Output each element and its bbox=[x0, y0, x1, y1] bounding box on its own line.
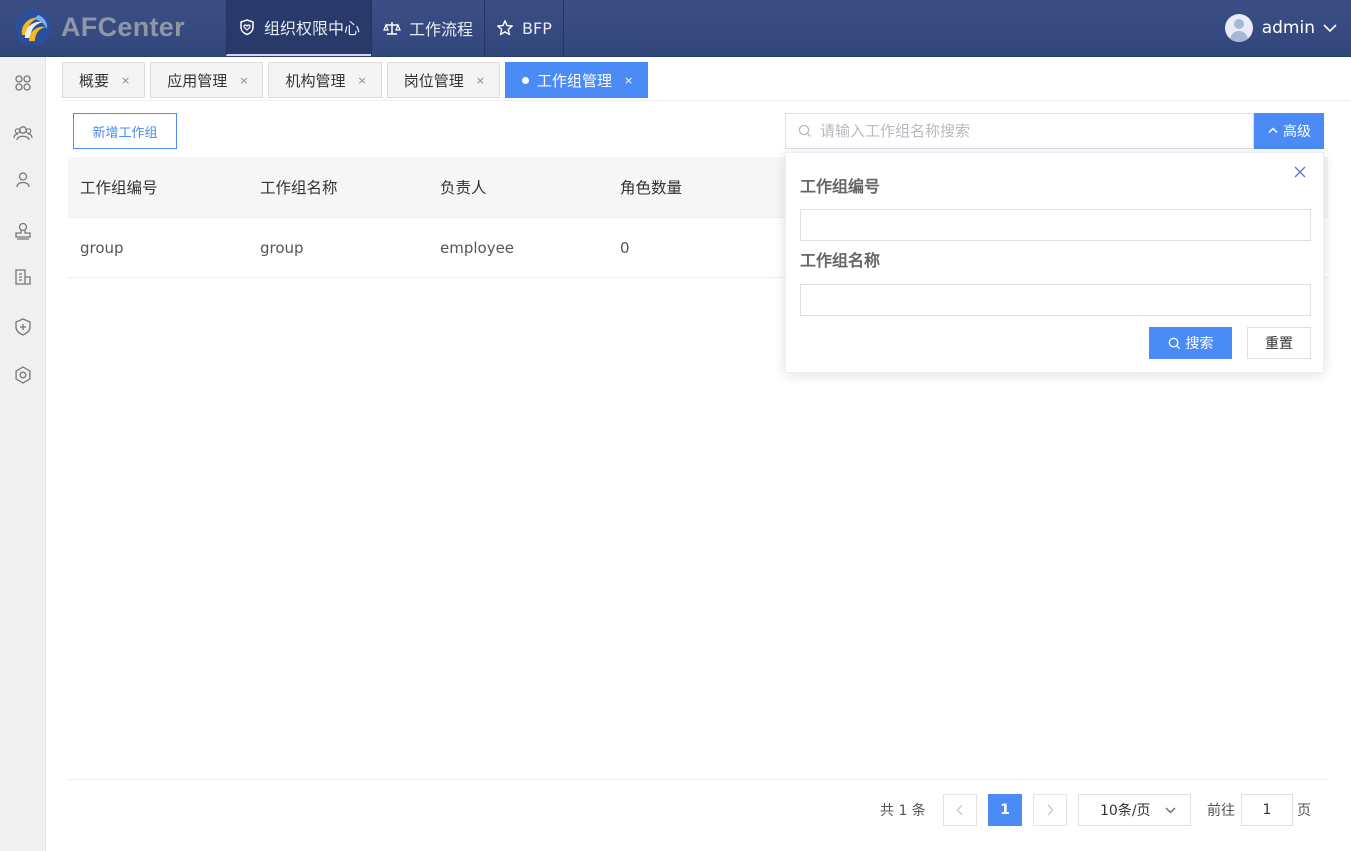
search-input[interactable] bbox=[820, 122, 1253, 140]
search-icon bbox=[798, 124, 811, 137]
chevron-left-icon bbox=[956, 804, 963, 816]
stamp-icon[interactable] bbox=[13, 221, 33, 241]
top-bar: AFCenter 组织权限中心 工作流程 BFP admin bbox=[0, 0, 1351, 57]
tab-app-management[interactable]: 应用管理 × bbox=[150, 62, 264, 98]
grid-icon[interactable] bbox=[13, 73, 33, 93]
tab-label: 工作组管理 bbox=[536, 71, 612, 90]
document-icon[interactable] bbox=[13, 267, 33, 287]
nav-label: 工作流程 bbox=[409, 20, 474, 39]
nav-workflow[interactable]: 工作流程 bbox=[371, 0, 484, 56]
top-nav: 组织权限中心 工作流程 BFP bbox=[226, 0, 564, 56]
goto-page-input[interactable]: 1 bbox=[1241, 794, 1293, 826]
close-icon[interactable]: × bbox=[357, 74, 366, 87]
column-header: 负责人 bbox=[440, 179, 487, 197]
nav-org-permission[interactable]: 组织权限中心 bbox=[226, 0, 372, 56]
afcenter-logo bbox=[15, 10, 51, 46]
close-icon[interactable]: × bbox=[476, 74, 485, 87]
column-header: 角色数量 bbox=[620, 179, 683, 197]
role-count-link[interactable]: 0 bbox=[608, 239, 788, 257]
avatar bbox=[1224, 14, 1253, 42]
tab-label: 机构管理 bbox=[285, 71, 346, 90]
advanced-search-panel: 工作组编号 工作组名称 搜索 重置 bbox=[785, 152, 1324, 373]
column-header: 工作组编号 bbox=[80, 179, 158, 197]
chevron-down-icon bbox=[1323, 24, 1337, 33]
chevron-right-icon bbox=[1047, 804, 1054, 816]
page-suffix: 页 bbox=[1297, 803, 1311, 819]
heart-shield-icon bbox=[240, 19, 254, 36]
star-icon bbox=[497, 20, 513, 36]
user-name: admin bbox=[1261, 18, 1315, 38]
group-icon[interactable] bbox=[13, 123, 33, 143]
search-button[interactable]: 搜索 bbox=[1149, 327, 1232, 359]
gear-icon[interactable] bbox=[13, 365, 33, 385]
nav-bfp[interactable]: BFP bbox=[484, 0, 564, 56]
chevron-up-icon bbox=[1268, 127, 1278, 134]
nav-label: BFP bbox=[522, 18, 552, 38]
page-number-current[interactable]: 1 bbox=[988, 794, 1022, 826]
nav-label: 组织权限中心 bbox=[264, 19, 361, 38]
chevron-down-icon bbox=[1165, 807, 1176, 814]
total-count: 共 1 条 bbox=[880, 803, 926, 819]
shield-plus-icon[interactable] bbox=[13, 317, 33, 337]
tab-org-management[interactable]: 机构管理 × bbox=[268, 62, 382, 98]
advanced-label: 高级 bbox=[1283, 124, 1311, 140]
page-size-value: 10条/页 bbox=[1100, 803, 1151, 819]
workgroup-owner: employee bbox=[440, 238, 515, 257]
code-input[interactable] bbox=[800, 209, 1311, 241]
close-icon[interactable] bbox=[1293, 165, 1307, 179]
close-icon[interactable]: × bbox=[624, 74, 633, 87]
tab-label: 应用管理 bbox=[167, 71, 228, 90]
tab-workgroup-management[interactable]: 工作组管理 × bbox=[504, 62, 649, 98]
add-workgroup-button[interactable]: 新增工作组 bbox=[73, 113, 177, 149]
goto-label: 前往 bbox=[1207, 803, 1235, 819]
active-dot-icon bbox=[521, 76, 529, 84]
tab-overview[interactable]: 概要 × bbox=[62, 62, 146, 98]
close-icon[interactable]: × bbox=[239, 74, 248, 87]
name-input[interactable] bbox=[800, 284, 1311, 316]
search-field[interactable] bbox=[785, 113, 1254, 149]
tab-label: 岗位管理 bbox=[403, 71, 464, 90]
name-label: 工作组名称 bbox=[800, 251, 881, 270]
code-label: 工作组编号 bbox=[800, 177, 881, 196]
user-menu[interactable]: admin bbox=[1224, 14, 1337, 42]
column-header: 工作组名称 bbox=[260, 179, 338, 197]
tab-bar: 概要 × 应用管理 × 机构管理 × 岗位管理 × 工作组管理 × bbox=[62, 62, 653, 98]
workgroup-code-link[interactable]: group bbox=[68, 239, 248, 257]
advanced-search-button[interactable]: 高级 bbox=[1254, 113, 1324, 149]
search-button-label: 搜索 bbox=[1185, 336, 1214, 352]
user-icon[interactable] bbox=[13, 170, 33, 190]
app-title: AFCenter bbox=[61, 12, 185, 42]
sidebar bbox=[0, 57, 46, 851]
divider bbox=[62, 100, 1351, 101]
search-icon bbox=[1168, 337, 1180, 349]
scale-icon bbox=[383, 22, 401, 35]
divider bbox=[68, 779, 1328, 780]
tab-label: 概要 bbox=[79, 71, 110, 90]
prev-page-button[interactable] bbox=[943, 794, 977, 826]
page-size-select[interactable]: 10条/页 bbox=[1078, 794, 1191, 826]
tab-position-management[interactable]: 岗位管理 × bbox=[386, 62, 500, 98]
next-page-button[interactable] bbox=[1033, 794, 1067, 826]
close-icon[interactable]: × bbox=[121, 74, 130, 87]
reset-button[interactable]: 重置 bbox=[1247, 327, 1311, 359]
workgroup-name: group bbox=[260, 238, 304, 257]
